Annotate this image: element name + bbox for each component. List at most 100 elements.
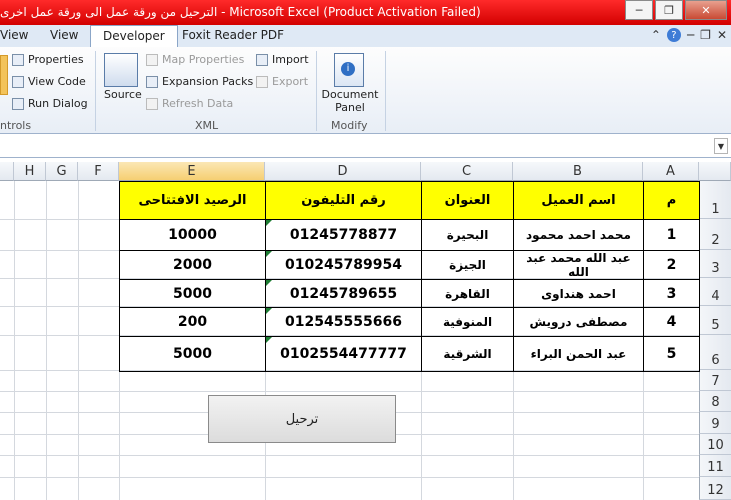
column-header-a[interactable]: A <box>643 162 699 181</box>
row-header-11[interactable]: 11 <box>699 455 731 477</box>
column-header-partial[interactable] <box>0 162 14 181</box>
cell-balance[interactable]: 2000 <box>119 250 266 280</box>
header-customer-name[interactable]: اسم العميل <box>513 181 644 220</box>
modify-group-label: Modify <box>331 119 368 132</box>
expansion-packs-button[interactable]: Expansion Packs <box>146 75 253 88</box>
refresh-data-icon <box>146 97 158 110</box>
tab-foxit-reader-pdf[interactable]: Foxit Reader PDF <box>182 28 284 42</box>
row-header-5[interactable]: 5 <box>699 306 731 335</box>
import-button[interactable]: Import <box>256 53 309 66</box>
cell-number[interactable]: 5 <box>643 336 700 372</box>
expansion-packs-label: Expansion Packs <box>162 75 254 88</box>
map-properties-button[interactable]: Map Properties <box>146 53 244 66</box>
table-row: 5000 0102554477777 الشرقية عبد الحمن الب… <box>119 336 700 372</box>
cell-phone[interactable]: 01245789655 <box>265 279 422 308</box>
cell-name[interactable]: محمد احمد محمود <box>513 219 644 251</box>
refresh-data-button[interactable]: Refresh Data <box>146 97 233 110</box>
export-button[interactable]: Export <box>256 75 308 88</box>
cell-phone[interactable]: 010245789954 <box>265 250 422 280</box>
column-header-d[interactable]: D <box>265 162 421 181</box>
cell-name[interactable]: مصطفى درويش <box>513 307 644 337</box>
group-separator <box>95 51 96 131</box>
table-row: 200 012545555666 المنوفية مصطفى درويش 4 <box>119 307 700 337</box>
header-opening-balance[interactable]: الرصيد الافتتاحى <box>119 181 266 220</box>
select-all-corner[interactable] <box>699 162 731 181</box>
table-row: 10000 01245778877 البحيرة محمد احمد محمو… <box>119 219 700 251</box>
header-phone[interactable]: رقم التليفون <box>265 181 422 220</box>
cell-number[interactable]: 4 <box>643 307 700 337</box>
row-header-8[interactable]: 8 <box>699 391 731 412</box>
tab-review-partial[interactable]: View <box>0 28 28 42</box>
map-properties-icon <box>146 53 158 66</box>
cell-address[interactable]: الجيزة <box>421 250 514 280</box>
workbook-restore-icon[interactable]: ❐ <box>700 28 711 42</box>
cell-name[interactable]: عبد الحمن البراء <box>513 336 644 372</box>
cell-name[interactable]: عبد الله محمد عبد الله <box>513 250 644 280</box>
close-button[interactable]: ✕ <box>685 0 727 20</box>
minimize-button[interactable]: ─ <box>625 0 653 20</box>
tab-view[interactable]: View <box>50 28 78 42</box>
document-panel-icon[interactable]: i <box>334 53 364 87</box>
import-label: Import <box>272 53 309 66</box>
design-mode-icon[interactable] <box>0 55 8 95</box>
properties-icon <box>12 53 24 66</box>
cell-balance[interactable]: 200 <box>119 307 266 337</box>
column-header-b[interactable]: B <box>513 162 643 181</box>
restore-button[interactable]: ❐ <box>655 0 683 20</box>
transfer-button[interactable]: ترحيل <box>208 395 396 443</box>
column-header-h[interactable]: H <box>14 162 46 181</box>
column-header-c[interactable]: C <box>421 162 513 181</box>
header-address[interactable]: العنوان <box>421 181 514 220</box>
cell-address[interactable]: البحيرة <box>421 219 514 251</box>
header-number[interactable]: م <box>643 181 700 220</box>
column-header-g[interactable]: G <box>46 162 78 181</box>
view-code-button[interactable]: View Code <box>12 75 86 88</box>
row-header-7[interactable]: 7 <box>699 370 731 391</box>
tab-developer[interactable]: Developer <box>90 25 178 47</box>
cell-address[interactable]: الشرقية <box>421 336 514 372</box>
table-row: 2000 010245789954 الجيزة عبد الله محمد ع… <box>119 250 700 280</box>
view-code-label: View Code <box>28 75 86 88</box>
cell-number[interactable]: 1 <box>643 219 700 251</box>
column-header-e[interactable]: E <box>119 162 265 181</box>
import-icon <box>256 53 268 66</box>
row-header-12[interactable]: 12 <box>699 477 731 500</box>
cell-balance[interactable]: 5000 <box>119 279 266 308</box>
row-header-3[interactable]: 3 <box>699 250 731 278</box>
workbook-close-icon[interactable]: ✕ <box>717 28 727 42</box>
view-code-icon <box>12 75 24 88</box>
cell-phone[interactable]: 0102554477777 <box>265 336 422 372</box>
cell-phone[interactable]: 012545555666 <box>265 307 422 337</box>
cell-number[interactable]: 3 <box>643 279 700 308</box>
source-button[interactable]: Source <box>104 88 142 101</box>
run-dialog-icon <box>12 97 24 110</box>
gridline <box>14 181 15 500</box>
gridline <box>78 181 79 500</box>
row-header-4[interactable]: 4 <box>699 278 731 306</box>
cell-phone[interactable]: 01245778877 <box>265 219 422 251</box>
help-icon[interactable]: ? <box>666 28 681 42</box>
expand-formula-bar-icon[interactable]: ▼ <box>714 138 728 154</box>
cell-balance[interactable]: 5000 <box>119 336 266 372</box>
row-header-9[interactable]: 9 <box>699 412 731 434</box>
run-dialog-button[interactable]: Run Dialog <box>12 97 88 110</box>
cell-number[interactable]: 2 <box>643 250 700 280</box>
minimize-ribbon-icon[interactable]: ⌃ <box>651 28 661 42</box>
workbook-minimize-icon[interactable]: ─ <box>687 28 694 42</box>
document-panel-button[interactable]: Document Panel <box>322 88 379 114</box>
row-header-10[interactable]: 10 <box>699 434 731 455</box>
row-header-6[interactable]: 6 <box>699 335 731 370</box>
source-icon[interactable] <box>104 53 138 87</box>
formula-bar[interactable]: ▼ <box>0 135 731 158</box>
row-header-2[interactable]: 2 <box>699 219 731 250</box>
column-header-f[interactable]: F <box>78 162 119 181</box>
cell-address[interactable]: المنوفية <box>421 307 514 337</box>
cell-name[interactable]: احمد هنداوى <box>513 279 644 308</box>
row-header-1[interactable]: 1 <box>699 181 731 219</box>
cell-balance[interactable]: 10000 <box>119 219 266 251</box>
table-row: 5000 01245789655 القاهرة احمد هنداوى 3 <box>119 279 700 308</box>
properties-button[interactable]: Properties <box>12 53 84 66</box>
cell-address[interactable]: القاهرة <box>421 279 514 308</box>
gridline <box>0 391 699 392</box>
window-title: الترحيل من ورقة عمل الى ورقة عمل اخرى - … <box>0 5 481 19</box>
